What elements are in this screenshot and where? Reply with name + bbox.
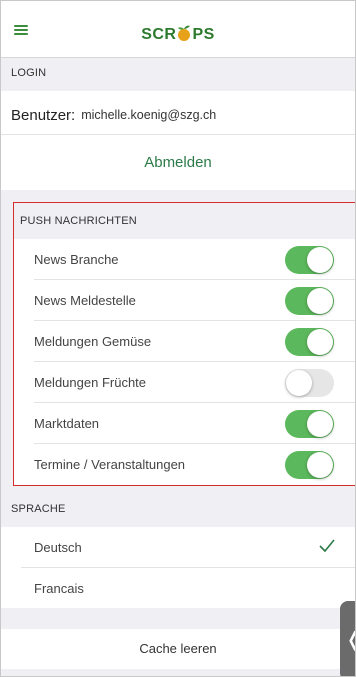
app-header: SCR PS	[1, 1, 355, 58]
push-item-news-meldestelle: News Meldestelle	[14, 280, 355, 321]
toggle-switch[interactable]	[285, 328, 334, 356]
push-item-meldungen-fruechte: Meldungen Früchte	[14, 362, 355, 403]
user-label: Benutzer:	[11, 106, 76, 124]
login-section-title: LOGIN	[11, 67, 47, 79]
push-item-meldungen-gemuese: Meldungen Gemüse	[14, 321, 355, 362]
logo-text-start: SCR	[141, 25, 177, 43]
toggle-switch[interactable]	[285, 369, 334, 397]
language-section-title: SPRACHE	[11, 503, 66, 515]
toggle-switch[interactable]	[285, 410, 334, 438]
language-option-deutsch[interactable]: Deutsch	[1, 527, 355, 567]
login-divider	[1, 134, 355, 135]
settings-screen: SCR PS LOGIN Benutzer: michelle.koenig@s…	[0, 0, 356, 677]
push-item-marktdaten: Marktdaten	[14, 403, 355, 444]
push-section-title: PUSH NACHRICHTEN	[20, 215, 137, 227]
language-option-francais[interactable]: Francais	[1, 568, 355, 608]
language-label: Francais	[34, 580, 84, 596]
push-item-label: News Meldestelle	[34, 293, 136, 308]
push-item-label: Marktdaten	[34, 416, 100, 431]
app-logo: SCR PS	[1, 25, 355, 44]
push-item-news-branche: News Branche	[14, 239, 355, 280]
clear-cache-button[interactable]: Cache leeren	[1, 629, 355, 669]
push-item-label: Termine / Veranstaltungen	[34, 457, 186, 472]
push-item-label: News Branche	[34, 252, 119, 267]
checkmark-icon	[319, 539, 335, 553]
side-drawer-handle[interactable]: ❬	[340, 601, 355, 676]
push-item-label: Meldungen Gemüse	[34, 334, 152, 349]
logo-text-end: PS	[192, 25, 215, 43]
toggle-switch[interactable]	[285, 246, 334, 274]
user-email: michelle.koenig@szg.ch	[81, 108, 217, 122]
push-item-label: Meldungen Früchte	[34, 375, 147, 390]
toggle-switch[interactable]	[285, 451, 334, 479]
toggle-switch[interactable]	[285, 287, 334, 315]
push-item-termine: Termine / Veranstaltungen	[14, 444, 355, 485]
push-list: News Branche News Meldestelle Meldungen …	[14, 239, 355, 485]
push-notifications-section: PUSH NACHRICHTEN News Branche News Melde…	[13, 202, 355, 486]
logout-button[interactable]: Abmelden	[1, 144, 355, 182]
login-user-row: Benutzer: michelle.koenig@szg.ch	[11, 101, 216, 129]
apple-logo-icon	[178, 25, 191, 41]
language-label: Deutsch	[34, 539, 82, 555]
chevron-left-icon: ❬	[345, 627, 355, 651]
